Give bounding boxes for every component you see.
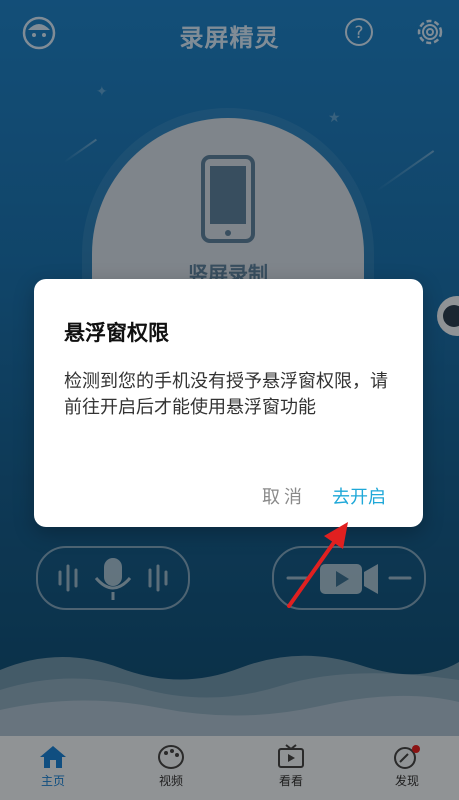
annotation-arrow-icon — [287, 522, 348, 608]
app-screen: 录屏精灵 ? ✦ ★ 竖屏录制 主页 视频 看看 发现 悬浮窗权限 检测到您的手… — [0, 0, 459, 800]
